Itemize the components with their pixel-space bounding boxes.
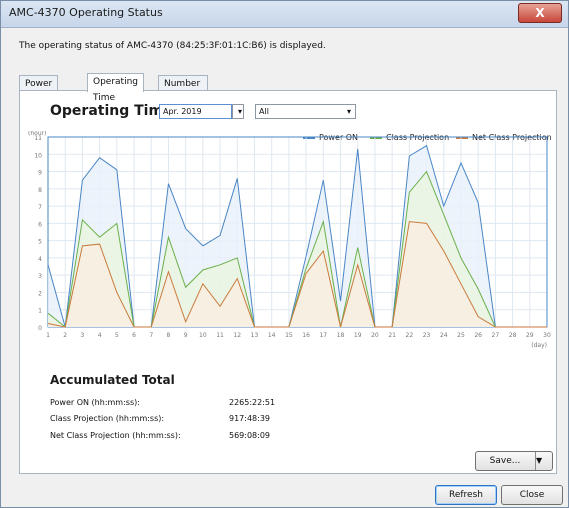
filter-select[interactable]: All ▾ [255,104,356,119]
operating-status-window: AMC-4370 Operating Status X The operatin… [0,0,569,508]
operating-time-panel: Operating Time Apr. 2019 ▾ All ▾ Power O… [19,90,557,474]
month-select-value: Apr. 2019 [163,107,202,116]
x-tick-label: 7 [149,332,153,339]
save-menu-button[interactable]: ▼ [535,452,552,470]
y-tick-label: 4 [38,256,42,263]
x-tick-label: 20 [371,332,379,339]
month-select[interactable]: Apr. 2019 [159,104,232,119]
operating-time-chart: 012345678910111 2 3 4 5 6 7 8 9 10 11 12 13 14 15 16 17 1… [28,131,551,349]
y-tick-label: 6 [38,221,42,228]
x-tick-label: 22 [406,332,414,339]
month-select-dropdown-button[interactable]: ▾ [232,104,244,119]
window-title: AMC-4370 Operating Status [9,6,163,19]
x-tick-label: 3 [80,332,84,339]
x-tick-label: 25 [457,332,465,339]
x-tick-label: 4 [98,332,102,339]
x-tick-label: 14 [268,332,276,339]
x-tick-label: 27 [492,332,500,339]
accumulated-value-net-class-projection: 569:08:09 [229,431,271,440]
x-tick-label: 24 [440,332,448,339]
y-tick-label: 5 [38,239,42,246]
chevron-down-icon: ▼ [536,456,543,465]
x-tick-label: 29 [526,332,534,339]
x-tick-label: 9 [184,332,188,339]
y-tick-label: 10 [34,152,42,159]
close-button[interactable]: Close [501,485,563,505]
chevron-down-icon: ▾ [237,107,242,116]
window-close-button[interactable]: X [518,3,562,23]
save-button[interactable]: Save... ▼ [475,451,553,471]
x-tick-label: 13 [251,332,259,339]
x-tick-label: 17 [319,332,327,339]
x-tick-label: 11 [216,332,224,339]
x-tick-label: 10 [199,332,207,339]
x-tick-label: 28 [509,332,517,339]
description-text: The operating status of AMC-4370 (84:25:… [19,41,326,51]
refresh-button[interactable]: Refresh [435,485,497,505]
accumulated-label-power-on: Power ON (hh:mm:ss): [50,398,140,407]
filter-select-value: All [259,107,269,116]
y-tick-label: 1 [38,308,42,315]
y-axis-label: (hour) [28,131,46,137]
title-bar: AMC-4370 Operating Status X [1,1,568,28]
x-tick-label: 16 [302,332,310,339]
y-tick-label: 8 [38,187,42,194]
chevron-down-icon: ▾ [346,107,351,116]
x-tick-label: 26 [474,332,482,339]
x-tick-label: 6 [132,332,136,339]
accumulated-label-class-projection: Class Projection (hh:mm:ss): [50,414,165,423]
y-tick-label: 7 [38,204,42,211]
x-axis-label: (day) [531,342,547,349]
x-tick-label: 21 [388,332,396,339]
save-button-label: Save... [489,456,521,466]
x-tick-label: 15 [285,332,293,339]
x-tick-label: 8 [167,332,171,339]
x-tick-label: 30 [543,332,551,339]
x-tick-label: 5 [115,332,119,339]
y-tick-label: 9 [38,170,42,177]
accumulated-total-title: Accumulated Total [50,373,175,387]
y-tick-label: 0 [38,325,42,332]
x-tick-label: 2 [63,332,67,339]
accumulated-value-class-projection: 917:48:39 [229,414,271,423]
x-tick-label: 18 [337,332,345,339]
y-tick-label: 3 [38,273,42,280]
x-tick-label: 23 [423,332,431,339]
tab-operating-time[interactable]: Operating Time [87,73,144,103]
x-tick-label: 12 [233,332,241,339]
y-tick-label: 2 [38,290,42,297]
accumulated-value-power-on: 2265:22:51 [229,398,276,407]
accumulated-label-net-class-projection: Net Class Projection (hh:mm:ss): [50,431,181,440]
x-tick-label: 1 [46,332,50,339]
x-tick-label: 19 [354,332,362,339]
